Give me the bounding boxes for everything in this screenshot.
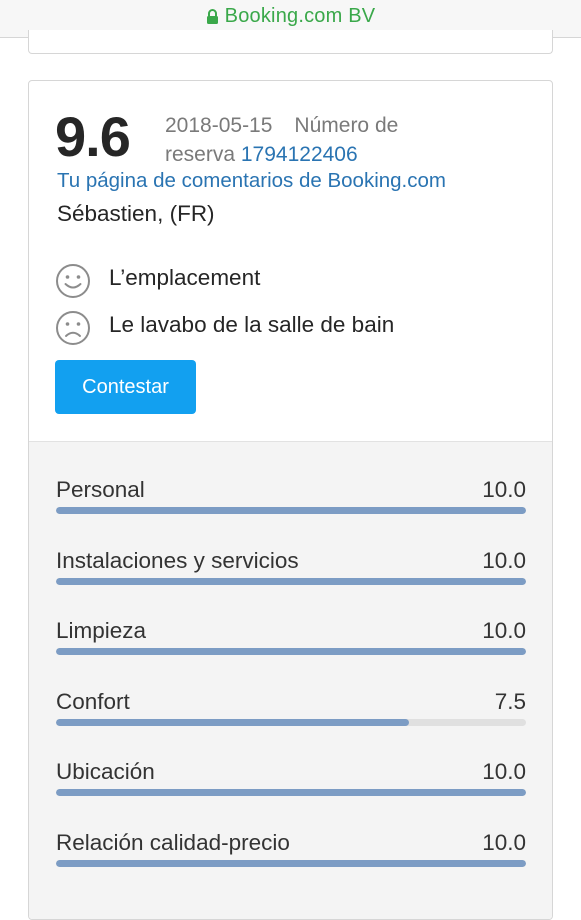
category-score-row: Confort 7.5 bbox=[56, 689, 526, 749]
category-score-row: Relación calidad-precio 10.0 bbox=[56, 830, 526, 890]
review-summary: 9.6 2018-05-15 Número de reserva 17941224… bbox=[29, 81, 552, 443]
category-score-row: Ubicación 10.0 bbox=[56, 759, 526, 819]
score-bar-track bbox=[56, 507, 526, 514]
category-score-value: 7.5 bbox=[494, 688, 526, 714]
category-score-value: 10.0 bbox=[482, 547, 526, 573]
score-bar-fill bbox=[56, 718, 409, 726]
negative-comment: Le lavabo de la salle de bain bbox=[55, 310, 394, 346]
category-score-label: Ubicación bbox=[56, 759, 155, 785]
smiley-face-icon bbox=[56, 264, 90, 298]
category-score-label: Personal bbox=[56, 477, 145, 502]
reviews-page-link[interactable]: Tu página de comentarios de Booking.com bbox=[57, 169, 446, 193]
url-label: Booking.com BV bbox=[224, 5, 376, 27]
score-bar-track bbox=[56, 718, 526, 726]
review-meta: 2018-05-15 Número de reserva 1794122406 bbox=[165, 111, 465, 169]
score-bar-track bbox=[56, 860, 526, 867]
sad-face-icon bbox=[56, 311, 90, 345]
review-card: 9.6 2018-05-15 Número de reserva 17941224… bbox=[28, 80, 553, 920]
url-display[interactable]: Booking.com BV bbox=[206, 5, 376, 28]
category-score-value: 10.0 bbox=[482, 830, 526, 855]
score-bar-fill bbox=[56, 789, 526, 797]
category-score-label: Instalaciones y servicios bbox=[56, 547, 299, 573]
reply-button[interactable]: Contestar bbox=[55, 360, 196, 414]
positive-comment-text: L’emplacement bbox=[109, 265, 261, 290]
positive-comment: L’emplacement bbox=[55, 263, 260, 299]
category-score-label: Relación calidad-precio bbox=[56, 830, 290, 855]
score-bar-fill bbox=[56, 860, 526, 867]
category-score-row: Personal 10.0 bbox=[56, 477, 526, 537]
category-score-value: 10.0 bbox=[482, 477, 526, 502]
reservation-number[interactable]: 1794122406 bbox=[241, 143, 358, 166]
category-score-label: Confort bbox=[56, 688, 130, 714]
category-scores-panel: Personal 10.0 Instalaciones y servicios 10.… bbox=[29, 441, 552, 919]
review-score: 9.6 bbox=[55, 105, 131, 168]
category-score-value: 10.0 bbox=[482, 618, 526, 644]
category-score-label: Limpieza bbox=[56, 618, 147, 644]
review-date: 2018-05-15 bbox=[165, 114, 273, 137]
score-bar-track bbox=[56, 648, 526, 656]
category-score-row: Instalaciones y servicios 10.0 bbox=[56, 548, 526, 608]
previous-review-card bbox=[28, 30, 553, 54]
score-bar-track bbox=[56, 577, 526, 585]
review-author: Sébastien, (FR) bbox=[57, 201, 215, 226]
category-score-value: 10.0 bbox=[482, 759, 526, 785]
score-bar-fill bbox=[56, 507, 526, 514]
score-bar-fill bbox=[56, 577, 526, 585]
category-score-row: Limpieza 10.0 bbox=[56, 618, 526, 678]
lock-icon bbox=[206, 8, 219, 25]
negative-comment-text: Le lavabo de la salle de bain bbox=[109, 312, 395, 337]
score-bar-fill bbox=[56, 648, 526, 656]
score-bar-track bbox=[56, 789, 526, 797]
